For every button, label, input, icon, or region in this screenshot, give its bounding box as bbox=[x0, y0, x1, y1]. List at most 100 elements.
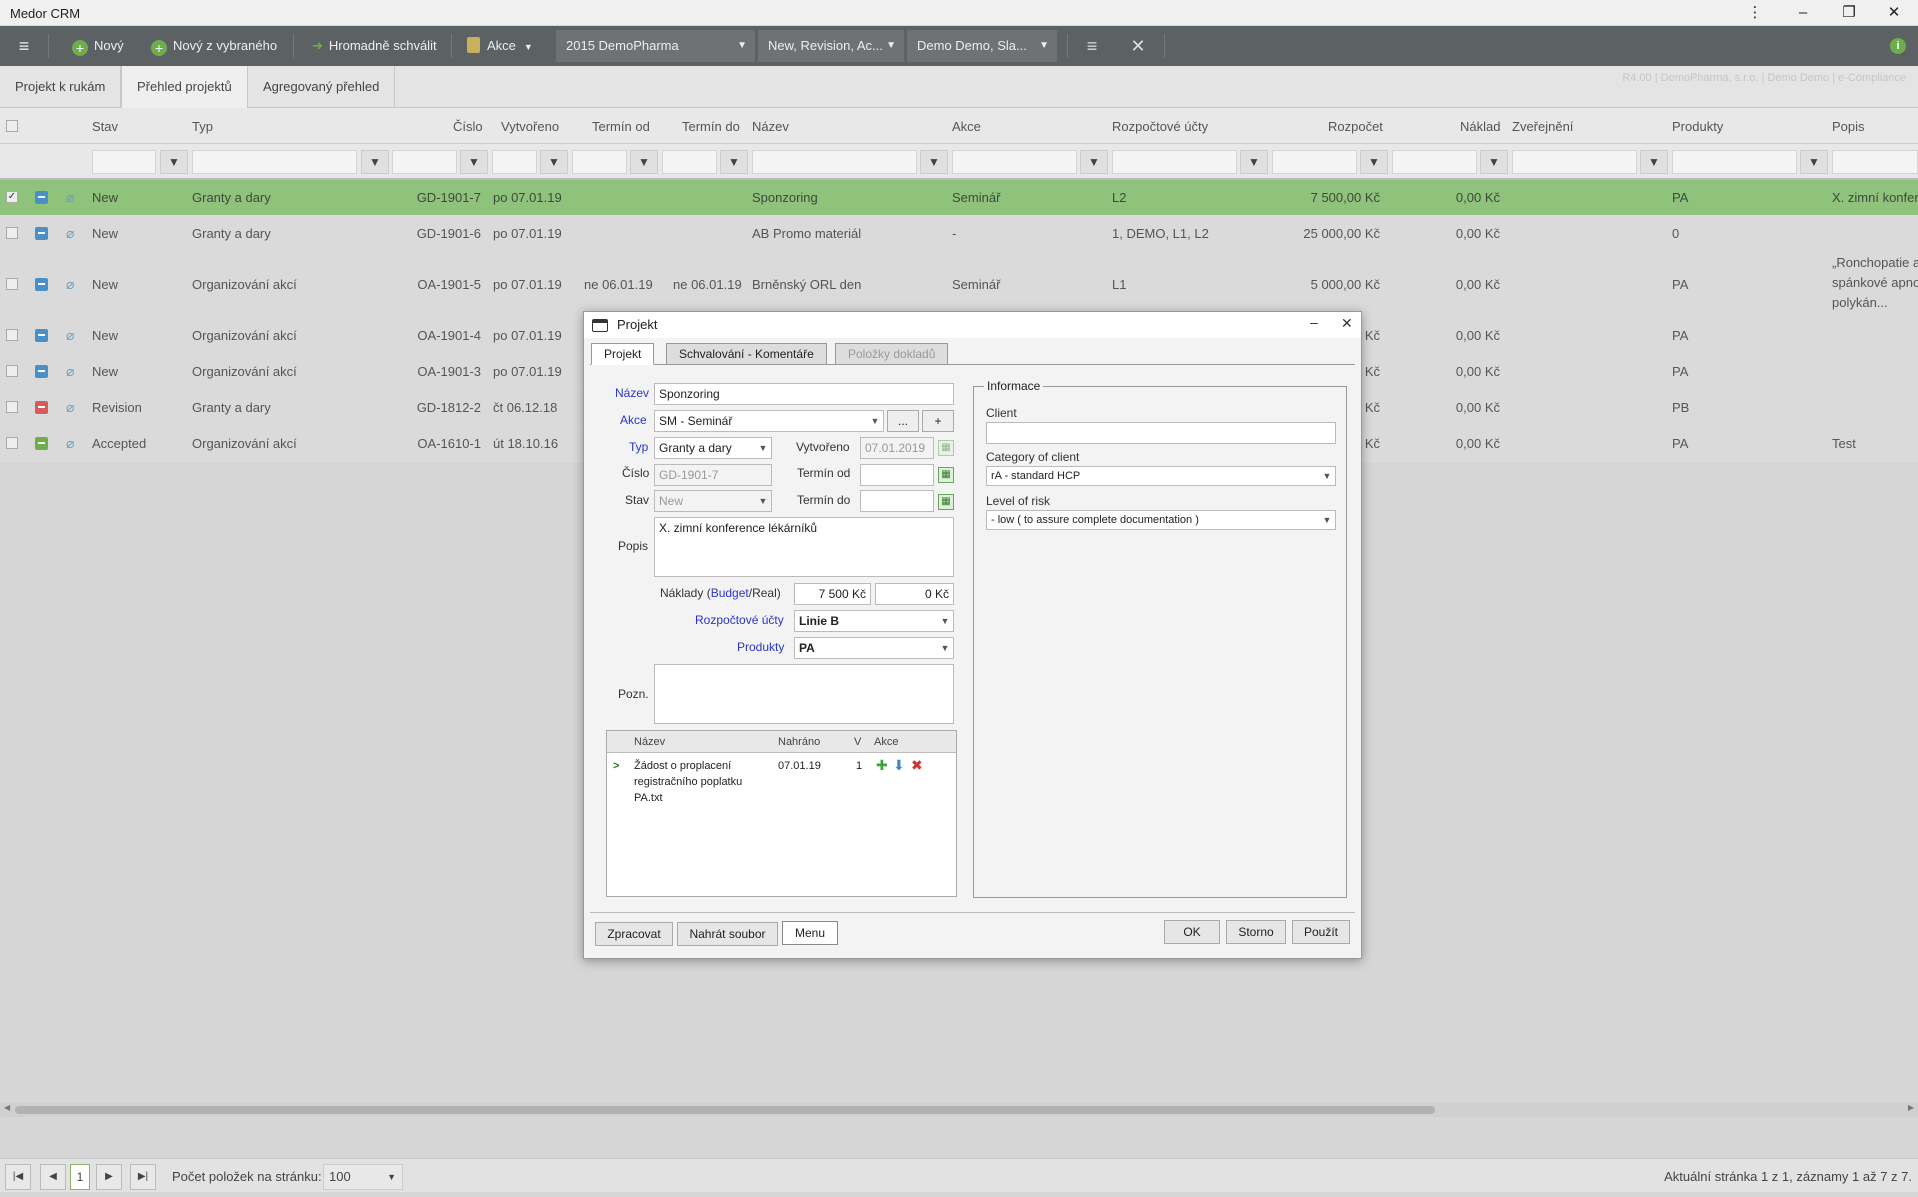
calendar-icon[interactable]: ▦ bbox=[938, 440, 954, 456]
filter-input-produkty[interactable] bbox=[1672, 150, 1797, 174]
first-page-icon[interactable]: |◀ bbox=[5, 1164, 31, 1190]
popis-textarea[interactable]: X. zimní konference lékárníků bbox=[654, 517, 954, 577]
category-dropdown[interactable]: rA - standard HCP ▼ bbox=[986, 466, 1336, 486]
filter-icon[interactable]: ▼ bbox=[920, 150, 948, 174]
add-version-icon[interactable]: ✚ bbox=[876, 757, 888, 774]
row-checkbox[interactable]: ✓ bbox=[6, 191, 18, 203]
minimize-icon[interactable]: – bbox=[1310, 314, 1318, 330]
more-options-icon[interactable]: ⋮ bbox=[1735, 2, 1775, 24]
akce-dropdown[interactable]: SM - Seminář ▼ bbox=[654, 410, 884, 432]
info-icon[interactable]: i bbox=[1890, 38, 1906, 54]
column-header-popis[interactable]: Popis bbox=[1832, 119, 1865, 134]
horizontal-scrollbar[interactable]: ◀ ▶ bbox=[0, 1103, 1918, 1117]
attachment-icon[interactable]: ⌀ bbox=[66, 189, 74, 206]
attachment-icon[interactable]: ⌀ bbox=[66, 399, 74, 416]
status-icon[interactable] bbox=[35, 437, 48, 450]
row-checkbox[interactable] bbox=[6, 365, 18, 377]
filter-icon[interactable]: ▼ bbox=[460, 150, 488, 174]
filter-icon[interactable]: ▼ bbox=[1360, 150, 1388, 174]
tab-aggregated-overview[interactable]: Agregovaný přehled bbox=[248, 66, 396, 108]
calendar-icon[interactable]: ▦ bbox=[938, 494, 954, 510]
termin-do-input[interactable] bbox=[860, 490, 934, 512]
filter-icon[interactable]: ▼ bbox=[540, 150, 568, 174]
filter-input-stav[interactable] bbox=[92, 150, 156, 174]
filter-input-cislo[interactable] bbox=[392, 150, 457, 174]
status-icon[interactable] bbox=[35, 278, 48, 291]
column-header-zverejneni[interactable]: Zveřejnění bbox=[1512, 119, 1573, 134]
filter-input-vytvoreno[interactable] bbox=[492, 150, 537, 174]
table-row[interactable]: ⌀ New Granty a dary GD-1901-6 po 07.01.19 AB … bbox=[0, 216, 1918, 252]
filter-input-termin-od[interactable] bbox=[572, 150, 627, 174]
column-header-termin-od[interactable]: Termín od bbox=[592, 119, 650, 134]
download-icon[interactable]: ⬇ bbox=[893, 757, 905, 774]
real-input[interactable]: 0 Kč bbox=[875, 583, 954, 605]
clear-filter-icon[interactable]: ✕ bbox=[1118, 26, 1158, 66]
filter-icon[interactable]: ▼ bbox=[1640, 150, 1668, 174]
delete-icon[interactable]: ✖ bbox=[911, 757, 923, 774]
produkty-dropdown[interactable]: PA ▼ bbox=[794, 637, 954, 659]
typ-dropdown[interactable]: Granty a dary ▼ bbox=[654, 437, 772, 459]
tab-projects-to-hand[interactable]: Projekt k rukám bbox=[0, 66, 122, 108]
tab-document-items[interactable]: Položky dokladů bbox=[835, 343, 949, 365]
status-icon[interactable] bbox=[35, 365, 48, 378]
filter-icon[interactable]: ≡ bbox=[1072, 26, 1112, 66]
filter-icon[interactable]: ▼ bbox=[160, 150, 188, 174]
filter-input-akce[interactable] bbox=[952, 150, 1077, 174]
user-filter-dropdown[interactable]: Demo Demo, Sla... ▼ bbox=[907, 30, 1057, 62]
row-checkbox[interactable] bbox=[6, 437, 18, 449]
cancel-button[interactable]: Storno bbox=[1226, 920, 1286, 944]
minimize-button[interactable]: – bbox=[1783, 2, 1823, 24]
column-header-termin-do[interactable]: Termín do bbox=[682, 119, 740, 134]
filter-input-naklad[interactable] bbox=[1392, 150, 1477, 174]
table-row[interactable]: ✓ ⌀ New Granty a dary GD-1901-7 po 07.01.19 Sp… bbox=[0, 180, 1918, 216]
filter-icon[interactable]: ▼ bbox=[1080, 150, 1108, 174]
column-header-rozpoctove-ucty[interactable]: Rozpočtové účty bbox=[1112, 119, 1208, 134]
filter-icon[interactable]: ▼ bbox=[361, 150, 389, 174]
filter-input-rozpocet[interactable] bbox=[1272, 150, 1357, 174]
table-row[interactable]: ⌀ New Organizování akcí OA-1901-5 po 07.01.1… bbox=[0, 252, 1918, 318]
vytvoreno-input[interactable]: 07.01.2019 bbox=[860, 437, 934, 459]
attachment-icon[interactable]: ⌀ bbox=[66, 225, 74, 242]
column-header-nazev[interactable]: Název bbox=[752, 119, 789, 134]
scrollbar-thumb[interactable] bbox=[15, 1106, 1435, 1114]
restore-button[interactable]: ❐ bbox=[1829, 2, 1869, 24]
upload-file-button[interactable]: Nahrát soubor bbox=[677, 922, 778, 946]
column-header-produkty[interactable]: Produkty bbox=[1672, 119, 1723, 134]
tab-approval-comments[interactable]: Schvalování - Komentáře bbox=[666, 343, 827, 365]
scroll-right-icon[interactable]: ▶ bbox=[1908, 1103, 1914, 1112]
pozn-textarea[interactable] bbox=[654, 664, 954, 724]
filter-input-termin-do[interactable] bbox=[662, 150, 717, 174]
hamburger-menu-icon[interactable]: ≡ bbox=[4, 26, 44, 66]
cislo-input[interactable]: GD-1901-7 bbox=[654, 464, 772, 486]
prev-page-icon[interactable]: ◀ bbox=[40, 1164, 66, 1190]
attachment-icon[interactable]: ⌀ bbox=[66, 435, 74, 452]
apply-button[interactable]: Použít bbox=[1292, 920, 1350, 944]
status-icon[interactable] bbox=[35, 329, 48, 342]
tab-projects-overview[interactable]: Přehled projektů bbox=[121, 66, 248, 108]
status-filter-dropdown[interactable]: New, Revision, Ac... ▼ bbox=[758, 30, 904, 62]
risk-dropdown[interactable]: - low ( to assure complete documentation… bbox=[986, 510, 1336, 530]
filter-icon[interactable]: ▼ bbox=[630, 150, 658, 174]
current-page[interactable]: 1 bbox=[70, 1164, 90, 1190]
row-checkbox[interactable] bbox=[6, 278, 18, 290]
filter-icon[interactable]: ▼ bbox=[720, 150, 748, 174]
ok-button[interactable]: OK bbox=[1164, 920, 1220, 944]
last-page-icon[interactable]: ▶| bbox=[130, 1164, 156, 1190]
filter-input-ucty[interactable] bbox=[1112, 150, 1237, 174]
row-checkbox[interactable] bbox=[6, 329, 18, 341]
attachment-icon[interactable]: ⌀ bbox=[66, 276, 74, 293]
new-from-selected-button[interactable]: + Nový z vybraného bbox=[151, 26, 277, 66]
status-icon[interactable] bbox=[35, 191, 48, 204]
bulk-approve-button[interactable]: ➜ Hromadně schválit bbox=[312, 26, 437, 66]
per-page-dropdown[interactable]: 100 ▼ bbox=[323, 1164, 403, 1190]
file-row[interactable]: > Žádost o proplacení registračního popl… bbox=[607, 755, 956, 811]
scroll-left-icon[interactable]: ◀ bbox=[4, 1103, 10, 1112]
akce-browse-button[interactable]: ... bbox=[887, 410, 919, 432]
close-icon[interactable]: ✕ bbox=[1341, 315, 1353, 332]
attachment-icon[interactable]: ⌀ bbox=[66, 327, 74, 344]
row-checkbox[interactable] bbox=[6, 227, 18, 239]
filter-input-zverejneni[interactable] bbox=[1512, 150, 1637, 174]
akce-add-button[interactable]: + bbox=[922, 410, 954, 432]
filter-icon[interactable]: ▼ bbox=[1800, 150, 1828, 174]
filter-icon[interactable]: ▼ bbox=[1480, 150, 1508, 174]
